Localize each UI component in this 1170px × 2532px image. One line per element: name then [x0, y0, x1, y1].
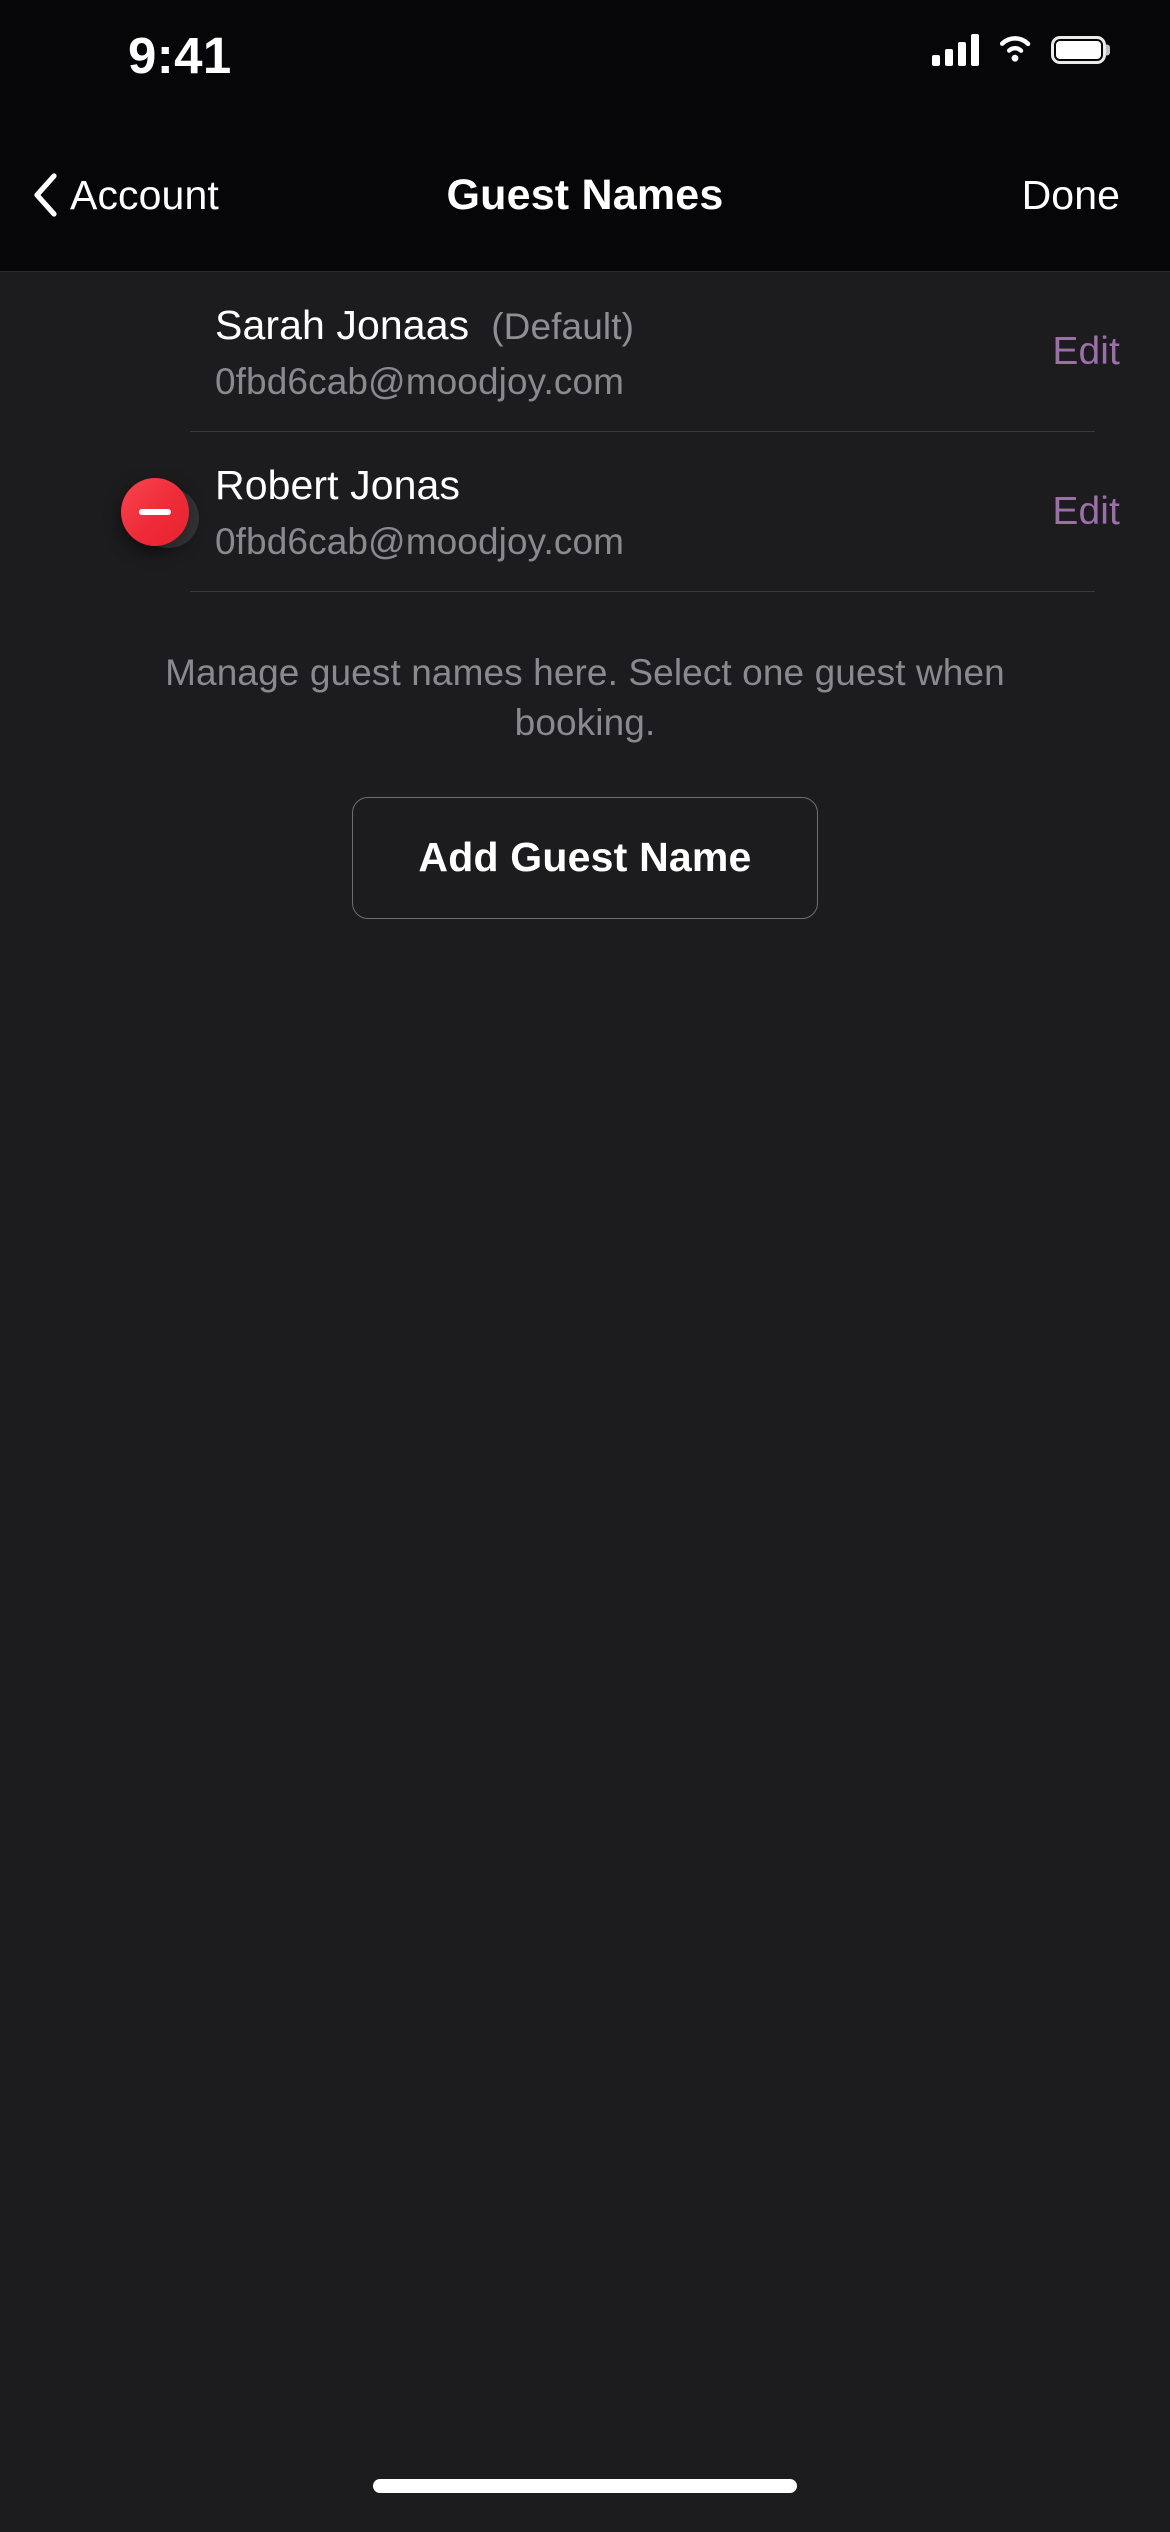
add-guest-button-container: Add Guest Name — [0, 796, 1170, 919]
navigation-bar: Account Guest Names Done — [0, 120, 1170, 272]
default-badge: (Default) — [491, 306, 634, 347]
edit-button[interactable]: Edit — [1022, 330, 1120, 374]
list-separator — [190, 591, 1095, 592]
guest-name-line: Sarah Jonaas (Default) — [215, 302, 1022, 349]
edit-button[interactable]: Edit — [1022, 490, 1120, 534]
wifi-icon — [999, 36, 1031, 62]
guest-email: 0fbd6cab@moodjoy.com — [215, 521, 625, 562]
guest-details: Robert Jonas 0fbd6cab@moodjoy.com — [215, 432, 1022, 591]
done-button[interactable]: Done — [1022, 120, 1120, 270]
minus-circle-icon[interactable] — [121, 477, 189, 546]
status-bar-time: 9:41 — [128, 27, 232, 84]
guest-name: Sarah Jonaas — [215, 302, 470, 348]
guest-details: Sarah Jonaas (Default) 0fbd6cab@moodjoy.… — [215, 272, 1022, 431]
guest-email: 0fbd6cab@moodjoy.com — [215, 361, 625, 402]
guest-name-line: Robert Jonas — [215, 462, 1022, 509]
status-bar: 9:41 — [0, 0, 1170, 120]
status-bar-icons — [932, 34, 1106, 66]
battery-full-icon — [1051, 36, 1106, 64]
footer-description: Manage guest names here. Select one gues… — [165, 652, 1005, 744]
home-indicator[interactable] — [373, 2479, 797, 2493]
guest-list-item[interactable]: Sarah Jonaas (Default) 0fbd6cab@moodjoy.… — [0, 272, 1170, 431]
phone-screen: 9:41 Account Guest Names Done Sarah Jona… — [0, 0, 1170, 2532]
guest-list-item[interactable]: Robert Jonas 0fbd6cab@moodjoy.com Edit — [0, 432, 1170, 591]
home-indicator-area — [0, 2440, 1170, 2532]
guest-name: Robert Jonas — [215, 462, 461, 508]
cellular-signal-icon — [932, 34, 979, 66]
main-content: Sarah Jonaas (Default) 0fbd6cab@moodjoy.… — [0, 272, 1170, 2532]
guest-name-list: Sarah Jonaas (Default) 0fbd6cab@moodjoy.… — [0, 272, 1170, 592]
add-guest-name-button[interactable]: Add Guest Name — [352, 796, 818, 919]
page-title: Guest Names — [446, 170, 724, 219]
